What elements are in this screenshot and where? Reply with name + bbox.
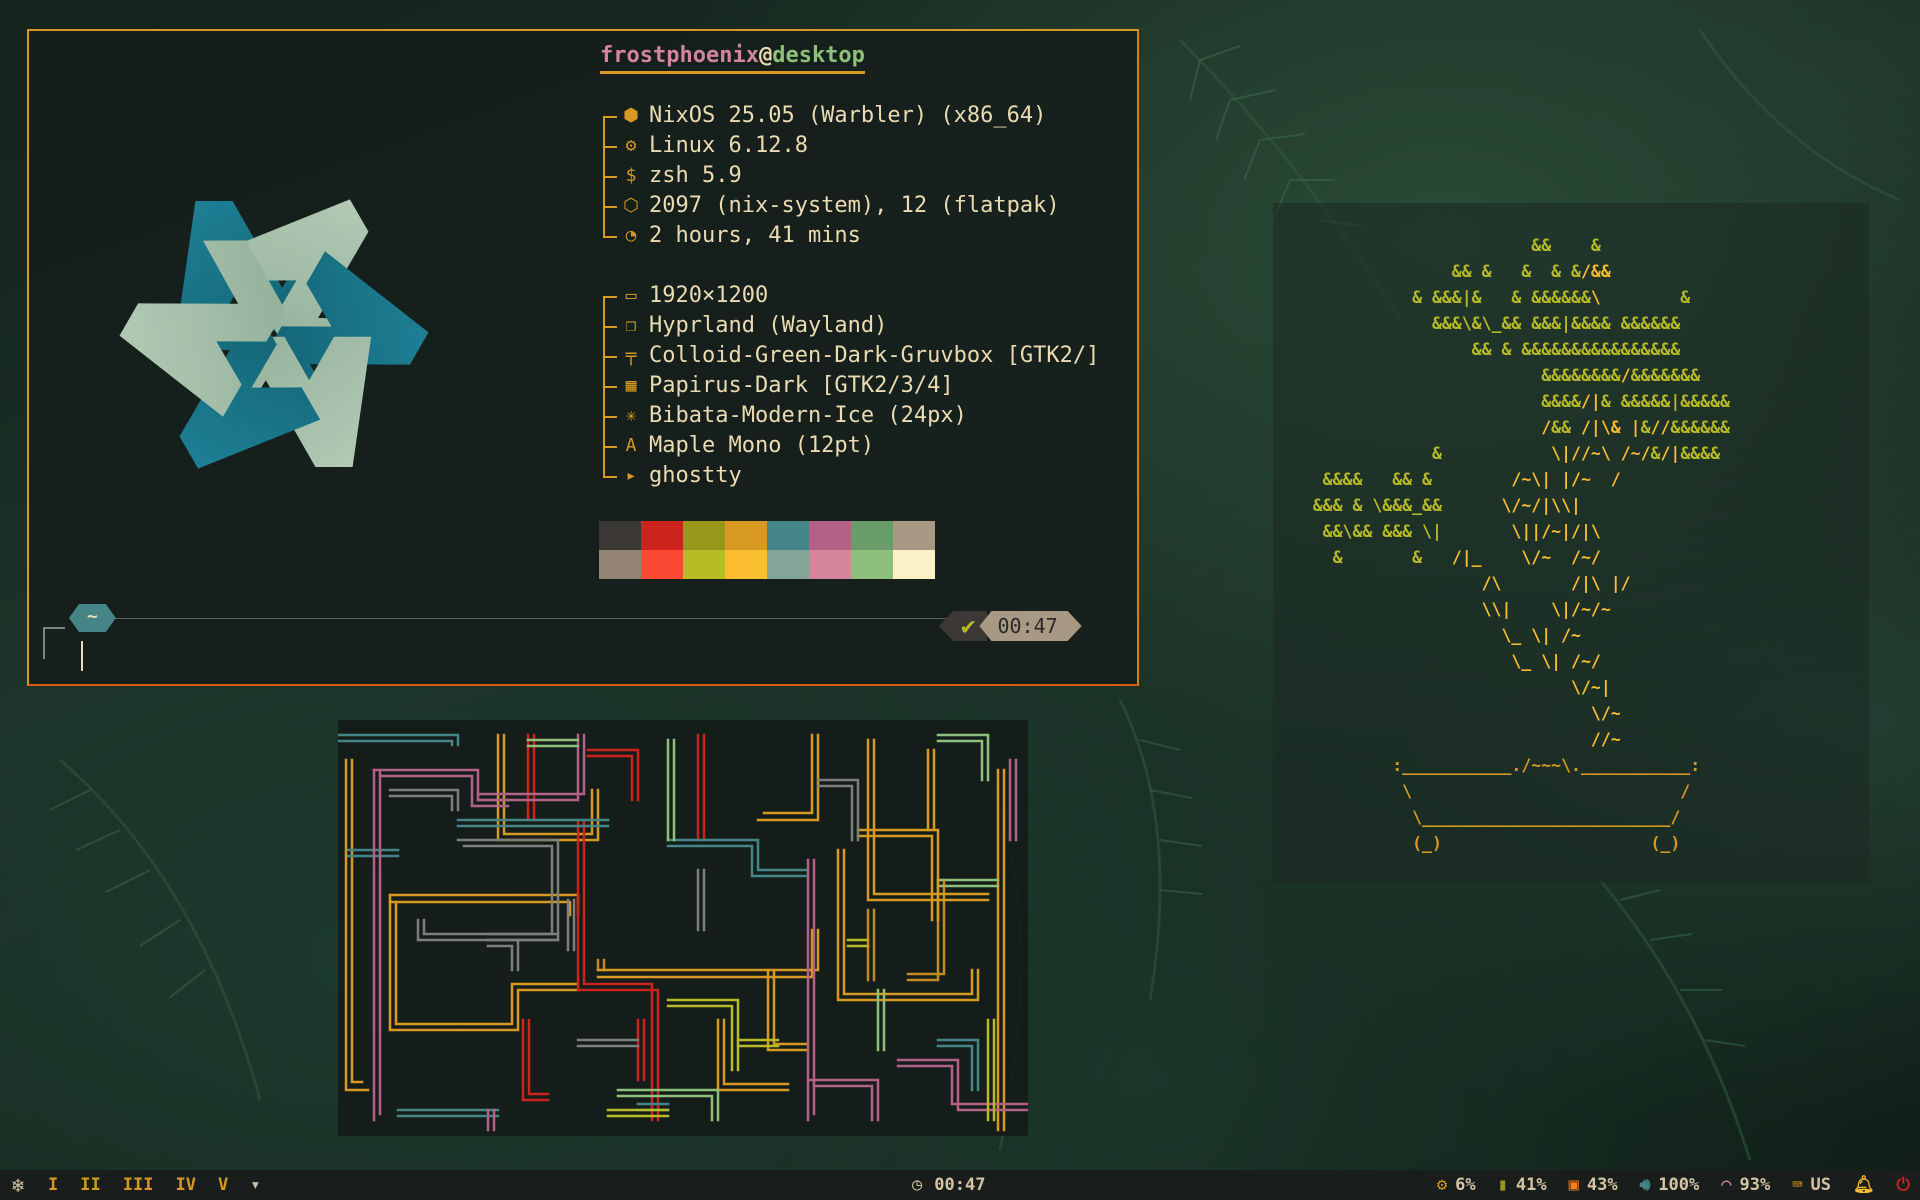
- system-info-group: ⬢ NixOS 25.05 (Warbler) (x86_64) ⚙ Linux 6…: [599, 101, 1060, 251]
- package-icon: ⬡: [623, 195, 639, 216]
- bonsai-tree-art: && & && & & & &/&& & &&&|& & &&&&&&\ & &…: [1273, 236, 1730, 853]
- network-module[interactable]: ◠ 93%: [1721, 1175, 1770, 1195]
- cbonsai-terminal-window[interactable]: && & && & & & &/&& & &&&|& & &&&&&&\ & &…: [1273, 203, 1869, 883]
- cursor-icon: ✳: [625, 405, 637, 426]
- memory-module[interactable]: ▮ 41%: [1498, 1175, 1547, 1195]
- info-display: ▭ 1920×1200: [599, 281, 1099, 311]
- keyboard-icon: ⌨: [1792, 1175, 1803, 1195]
- workspace-3[interactable]: III: [123, 1175, 154, 1195]
- workspace-4[interactable]: IV: [176, 1175, 196, 1195]
- pipes-animation: [336, 733, 1030, 1132]
- text-cursor[interactable]: [81, 641, 83, 671]
- palette-swatch-8: [599, 550, 641, 579]
- palette-swatch-15: [893, 550, 935, 579]
- disk-module[interactable]: ▣ 43%: [1569, 1175, 1618, 1195]
- status-bar: ❄ I II III IV V ▾ ◷ 00:47 ⚙ 6% ▮ 41% ▣ 43% …: [0, 1170, 1920, 1200]
- info-theme: ╤ Colloid-Green-Dark-Gruvbox [GTK2/]: [599, 341, 1099, 371]
- font-icon: A: [625, 435, 637, 456]
- workspace-5[interactable]: V: [218, 1175, 228, 1195]
- palette-swatch-10: [683, 550, 725, 579]
- keyboard-module[interactable]: ⌨ US: [1792, 1175, 1831, 1195]
- icons-icon: ▦: [625, 375, 637, 396]
- bar-right: ⚙ 6% ▮ 41% ▣ 43% 🔊︎ 100% ◠ 93% ⌨ US 🔔︎ ⏻: [1415, 1170, 1910, 1200]
- memory-icon: ▮: [1497, 1175, 1508, 1195]
- display-icon: ▭: [625, 285, 637, 306]
- volume-icon: 🔊︎: [1639, 1175, 1651, 1195]
- prompt-corner: [43, 627, 65, 659]
- workspace-1[interactable]: I: [48, 1175, 58, 1195]
- fastfetch-terminal-window[interactable]: frostphoenix@desktop ⬢ NixOS 25.05 (Warbl…: [27, 29, 1139, 686]
- prompt-cwd: ~: [69, 604, 116, 632]
- cpu-module[interactable]: ⚙ 6%: [1437, 1175, 1476, 1195]
- palette-swatch-0: [599, 521, 641, 550]
- disk-icon: ▣: [1568, 1175, 1579, 1195]
- username: frostphoenix: [600, 43, 759, 68]
- info-cursor: ✳ Bibata-Modern-Ice (24px): [599, 401, 1099, 431]
- wifi-icon: ◠: [1721, 1175, 1732, 1195]
- info-kernel: ⚙ Linux 6.12.8: [599, 131, 1060, 161]
- info-font: A Maple Mono (12pt): [599, 431, 1099, 461]
- palette-swatch-12: [767, 550, 809, 579]
- bell-icon: 🔔︎: [1852, 1175, 1875, 1195]
- shell-icon: $: [625, 165, 637, 186]
- info-terminal: ▸ ghostty: [599, 461, 1099, 491]
- nixos-icon: ⬢: [623, 105, 639, 126]
- kernel-icon: ⚙: [625, 135, 637, 156]
- color-palette: [599, 521, 935, 579]
- palette-swatch-4: [767, 521, 809, 550]
- info-uptime: ◔ 2 hours, 41 mins: [599, 221, 1060, 251]
- prompt-separator: [85, 618, 965, 619]
- clock-text: 00:47: [934, 1175, 986, 1195]
- pipes-terminal-window[interactable]: [336, 720, 1030, 1136]
- info-icons: ▦ Papirus-Dark [GTK2/3/4]: [599, 371, 1099, 401]
- nix-snowflake-icon[interactable]: ❄: [12, 1173, 24, 1197]
- info-shell: $ zsh 5.9: [599, 161, 1060, 191]
- palette-swatch-6: [851, 521, 893, 550]
- info-os: ⬢ NixOS 25.05 (Warbler) (x86_64): [599, 101, 1060, 131]
- palette-swatch-9: [641, 550, 683, 579]
- clock-icon: ◷: [912, 1175, 923, 1195]
- window-manager-icon: ❐: [625, 315, 637, 336]
- theme-icon: ╤: [625, 345, 637, 366]
- workspace-2[interactable]: II: [80, 1175, 100, 1195]
- terminal-icon: ▸: [625, 465, 637, 486]
- palette-swatch-11: [725, 550, 767, 579]
- info-packages: ⬡ 2097 (nix-system), 12 (flatpak): [599, 191, 1060, 221]
- at-sign: @: [758, 43, 773, 68]
- palette-swatch-7: [893, 521, 935, 550]
- volume-module[interactable]: 🔊︎ 100%: [1640, 1175, 1700, 1195]
- palette-swatch-2: [683, 521, 725, 550]
- prompt-time: 00:47: [979, 611, 1081, 641]
- info-wm: ❐ Hyprland (Wayland): [599, 311, 1099, 341]
- hostname: desktop: [772, 43, 865, 68]
- power-icon: ⏻: [1896, 1175, 1910, 1195]
- cpu-icon: ⚙: [1436, 1175, 1448, 1195]
- power-module[interactable]: ⏻: [1897, 1175, 1910, 1195]
- desktop-info-group: ▭ 1920×1200 ❐ Hyprland (Wayland) ╤ Colloid-…: [599, 281, 1099, 491]
- nixos-logo: [110, 183, 438, 485]
- palette-swatch-1: [641, 521, 683, 550]
- bar-clock[interactable]: ◷ 00:47: [912, 1170, 985, 1200]
- prompt-status: ✔ 00:47: [939, 611, 1082, 641]
- notification-module[interactable]: 🔔︎: [1853, 1175, 1875, 1195]
- bar-left: ❄ I II III IV V ▾: [12, 1170, 260, 1200]
- palette-swatch-3: [725, 521, 767, 550]
- palette-swatch-13: [809, 550, 851, 579]
- wifi-signal-icon: ▾: [250, 1175, 261, 1195]
- palette-swatch-14: [851, 550, 893, 579]
- uptime-icon: ◔: [625, 225, 637, 246]
- user-host-title: frostphoenix@desktop: [600, 43, 865, 74]
- palette-swatch-5: [809, 521, 851, 550]
